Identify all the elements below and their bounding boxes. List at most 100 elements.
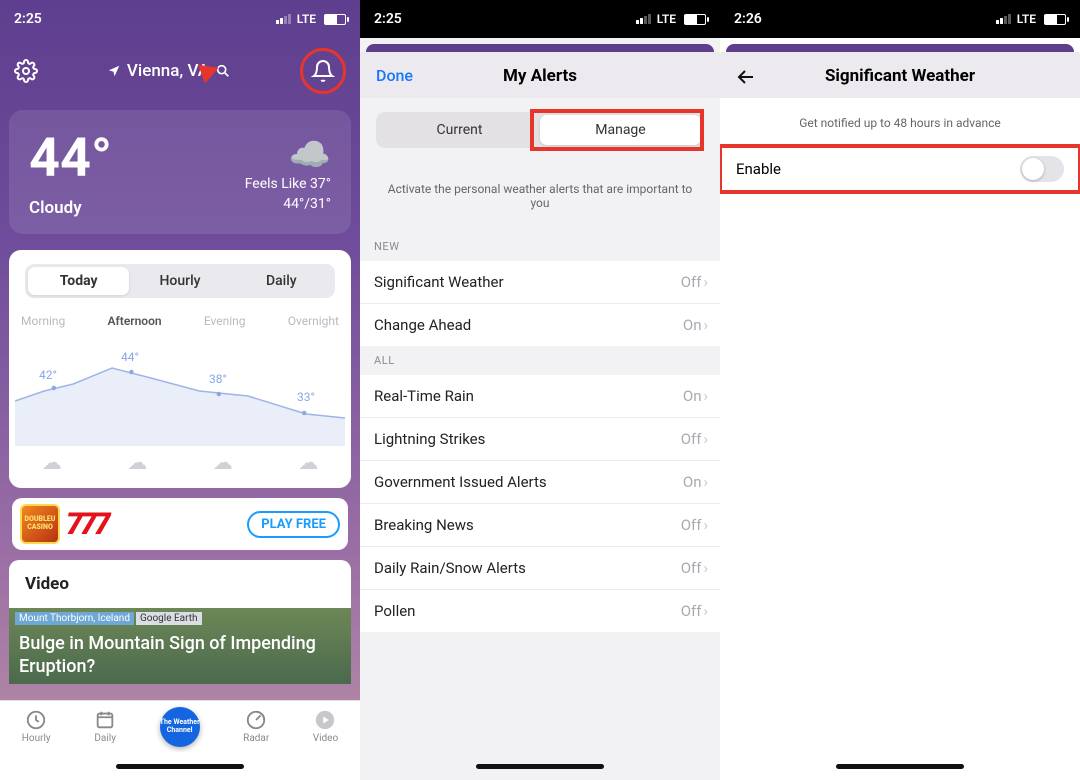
ad-banner[interactable]: DOUBLEUCASINO 777 PLAY FREE <box>12 498 348 550</box>
daypart-overnight[interactable]: Overnight <box>288 314 339 328</box>
alerts-list-all: Real-Time RainOn› Lightning StrikesOff› … <box>360 375 720 632</box>
location-text: Vienna, VA <box>127 61 209 81</box>
tab-daily-bottom[interactable]: Daily <box>94 709 116 744</box>
feels-like: Feels Like 37° <box>245 176 331 192</box>
status-bar: 2:26 LTE <box>720 0 1080 38</box>
home-indicator[interactable] <box>360 752 720 780</box>
current-condition: Cloudy <box>29 198 112 218</box>
status-time: 2:26 <box>734 11 762 27</box>
cloud-icon: ☁ <box>42 450 62 474</box>
daypart-morning[interactable]: Morning <box>21 314 65 328</box>
bell-icon <box>311 59 335 83</box>
chart-label-0: 42° <box>39 368 57 382</box>
cloud-icon: ☁ <box>298 450 318 474</box>
status-right: LTE <box>276 12 346 26</box>
battery-icon <box>1044 14 1066 25</box>
bottom-tab-bar: Hourly Daily The Weather Channel Radar V… <box>0 700 360 752</box>
battery-icon <box>324 14 346 25</box>
pane-my-alerts: 2:25 LTE Done My Alerts Current Manage A… <box>360 0 720 780</box>
ad-play-button[interactable]: PLAY FREE <box>247 511 340 538</box>
chevron-right-icon: › <box>703 559 708 577</box>
sheet-header: Significant Weather <box>720 52 1080 98</box>
carrier-label: LTE <box>297 12 316 26</box>
cloud-icon: ☁️ <box>289 138 331 172</box>
alert-label: Lightning Strikes <box>374 430 485 448</box>
tab-hourly-bottom[interactable]: Hourly <box>22 709 51 744</box>
signal-icon <box>636 14 651 24</box>
play-circle-icon <box>314 709 336 731</box>
alert-row[interactable]: Lightning Strikes Off› <box>360 418 720 461</box>
tab-home-bottom[interactable]: The Weather Channel <box>160 707 200 747</box>
chart-label-3: 33° <box>297 390 315 404</box>
home-indicator[interactable] <box>720 752 1080 780</box>
tab-label: Daily <box>94 733 116 744</box>
alert-value: Off› <box>681 430 708 448</box>
battery-icon <box>684 14 706 25</box>
alert-label: Government Issued Alerts <box>374 473 547 491</box>
ad-slot-icon: 777 <box>66 507 241 542</box>
carrier-label: LTE <box>657 12 676 26</box>
cloud-icon: ☁ <box>127 450 147 474</box>
alert-row[interactable]: Real-Time RainOn› <box>360 375 720 418</box>
sheet-header: Done My Alerts <box>360 52 720 98</box>
clock-icon <box>25 709 47 731</box>
sheet-backdrop-peek <box>726 44 1074 52</box>
daypart-tabs: Morning Afternoon Evening Overnight <box>9 298 351 328</box>
alert-row[interactable]: PollenOff› <box>360 590 720 632</box>
chevron-right-icon: › <box>703 316 708 334</box>
gear-icon[interactable] <box>14 59 38 83</box>
signal-icon <box>276 14 291 24</box>
video-tag-location: Mount Thorbjorn, Iceland <box>15 612 134 625</box>
daypart-icons: ☁ ☁ ☁ ☁ <box>9 450 351 474</box>
home-indicator[interactable] <box>0 752 360 780</box>
tab-label: Radar <box>243 733 269 744</box>
alert-row[interactable]: Change Ahead On› <box>360 304 720 346</box>
pane-significant-weather: 2:26 LTE Significant Weather Get notifie… <box>720 0 1080 780</box>
status-bar: 2:25 LTE <box>0 0 360 38</box>
status-time: 2:25 <box>14 11 42 27</box>
alerts-bell-button[interactable] <box>300 48 346 94</box>
alert-value: Off› <box>681 602 708 620</box>
video-thumbnail[interactable]: Mount Thorbjorn, Iceland Google Earth Bu… <box>9 608 351 684</box>
video-title: Bulge in Mountain Sign of Impending Erup… <box>19 633 341 678</box>
tab-label: Hourly <box>22 733 51 744</box>
chevron-right-icon: › <box>703 387 708 405</box>
enable-label: Enable <box>736 160 781 178</box>
chevron-right-icon: › <box>703 430 708 448</box>
alert-row[interactable]: Daily Rain/Snow AlertsOff› <box>360 547 720 590</box>
tab-video-bottom[interactable]: Video <box>313 709 338 744</box>
status-time: 2:25 <box>374 11 402 27</box>
carrier-label: LTE <box>1017 12 1036 26</box>
tab-today[interactable]: Today <box>28 267 129 295</box>
alert-value: Off› <box>681 273 708 291</box>
ad-app-icon: DOUBLEUCASINO <box>20 504 60 544</box>
video-card: Video Mount Thorbjorn, Iceland Google Ea… <box>9 560 351 684</box>
tab-hourly[interactable]: Hourly <box>129 267 230 295</box>
seg-manage[interactable]: Manage <box>540 115 701 145</box>
alert-row[interactable]: Significant WeatherOff› <box>360 261 720 304</box>
calendar-icon <box>94 709 116 731</box>
done-button[interactable]: Done <box>376 66 413 85</box>
back-button[interactable] <box>734 65 758 93</box>
alert-row[interactable]: Breaking NewsOff› <box>360 504 720 547</box>
tab-daily[interactable]: Daily <box>231 267 332 295</box>
daypart-afternoon[interactable]: Afternoon <box>108 314 162 328</box>
detail-subtext: Get notified up to 48 hours in advance <box>720 98 1080 144</box>
sheet-title: My Alerts <box>376 66 704 86</box>
video-tag-source: Google Earth <box>136 612 202 625</box>
pane-weather-home: 2:25 LTE Vienna, VA 44° Cloudy ☁️ Feels … <box>0 0 360 780</box>
alert-label: Change Ahead <box>374 316 471 334</box>
arrow-left-icon <box>734 65 758 89</box>
chart-label-1: 44° <box>121 350 139 364</box>
enable-toggle[interactable] <box>1020 156 1064 182</box>
alert-value: On› <box>683 387 708 405</box>
daypart-evening[interactable]: Evening <box>204 314 246 328</box>
tab-radar-bottom[interactable]: Radar <box>243 709 269 744</box>
seg-current[interactable]: Current <box>379 115 540 145</box>
alert-row[interactable]: Government Issued AlertsOn› <box>360 461 720 504</box>
current-conditions-card[interactable]: 44° Cloudy ☁️ Feels Like 37° 44°/31° <box>9 110 351 234</box>
hi-lo: 44°/31° <box>283 196 331 212</box>
chevron-right-icon: › <box>703 273 708 291</box>
group-new-label: NEW <box>360 232 720 261</box>
alert-value: On› <box>683 316 708 334</box>
